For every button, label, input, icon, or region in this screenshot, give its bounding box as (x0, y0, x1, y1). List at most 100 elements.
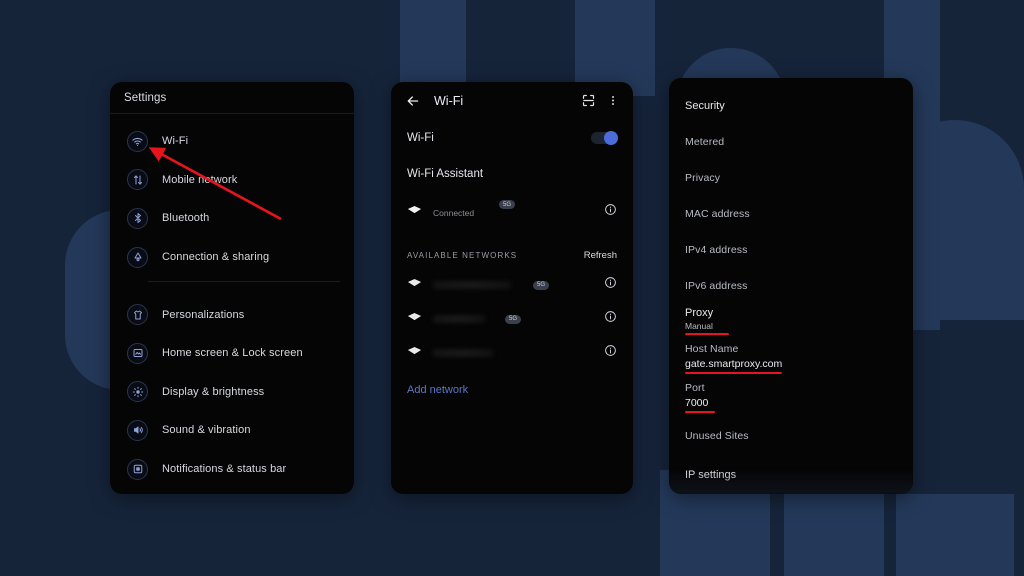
port-label: Port (685, 381, 705, 394)
network-band-badge: 5G (499, 200, 516, 209)
sound-vibration-icon (127, 419, 148, 441)
wifi-signal-icon (407, 344, 422, 362)
detail-row-ip-settings[interactable]: IP settings (669, 456, 913, 494)
wifi-toggle-label: Wi-Fi (407, 132, 434, 144)
proxy-value: Manual (685, 321, 713, 331)
sidebar-item-mobile-network[interactable]: Mobile network (110, 161, 354, 200)
sidebar-item-bluetooth[interactable]: Bluetooth (110, 199, 354, 238)
detail-row-host-name[interactable]: Host Name gate.smartproxy.com (669, 338, 913, 378)
settings-divider (148, 281, 340, 283)
home-lock-screen-icon (127, 342, 148, 364)
list-item[interactable] (391, 336, 633, 370)
sidebar-item-display-brightness[interactable]: Display & brightness (110, 373, 354, 412)
wifi-toggle[interactable] (591, 131, 618, 145)
connected-network-info: Connected 5G (433, 200, 604, 221)
more-vertical-icon[interactable] (607, 93, 619, 109)
available-networks-label: AVAILABLE NETWORKS (407, 250, 518, 260)
toggle-knob (604, 131, 618, 145)
settings-group-connectivity: Wi-Fi Mobile network Bluetooth Connectio… (110, 114, 354, 276)
detail-key: Privacy (685, 172, 721, 184)
wifi-toggle-row[interactable]: Wi-Fi (391, 120, 633, 156)
network-band-badge: 5G (533, 280, 550, 290)
network-detail-list: Security Metered Privacy MAC address IPv… (669, 78, 913, 494)
screenshot-root: Settings Wi-Fi Mobile network Bluetooth … (0, 0, 1024, 576)
network-band-badge: 5G (505, 314, 522, 324)
wifi-signal-icon (407, 203, 422, 221)
settings-header: Settings (110, 82, 354, 114)
info-icon[interactable] (604, 203, 617, 221)
sidebar-item-connection-sharing[interactable]: Connection & sharing (110, 238, 354, 277)
list-item[interactable]: 5G (391, 302, 633, 336)
info-icon[interactable] (604, 310, 617, 328)
page-title: Settings (124, 91, 167, 104)
detail-row-ipv6-address[interactable]: IPv6 address (669, 268, 913, 304)
add-network-button[interactable]: Add network (391, 370, 484, 396)
add-network-wrapper: Add network (391, 370, 633, 398)
detail-key: Security (685, 100, 725, 112)
detail-row-port[interactable]: Port 7000 (669, 378, 913, 416)
display-brightness-icon (127, 381, 148, 403)
host-name-value: gate.smartproxy.com (685, 357, 783, 370)
wifi-signal-icon (407, 276, 422, 294)
detail-key: IPv6 address (685, 280, 748, 292)
settings-panel: Settings Wi-Fi Mobile network Bluetooth … (110, 82, 354, 494)
wifi-icon (127, 130, 148, 152)
refresh-button[interactable]: Refresh (584, 250, 617, 261)
connection-sharing-icon (127, 246, 148, 268)
qr-scan-icon[interactable] (581, 93, 597, 109)
network-entry (433, 349, 604, 357)
ssid-redacted (433, 315, 485, 323)
sidebar-item-sound-vibration[interactable]: Sound & vibration (110, 411, 354, 450)
sidebar-item-label: Connection & sharing (162, 251, 270, 264)
detail-key: Metered (685, 136, 725, 148)
detail-row-mac-address[interactable]: MAC address (669, 196, 913, 232)
info-icon[interactable] (604, 276, 617, 294)
detail-row-metered[interactable]: Metered (669, 124, 913, 160)
detail-key: IP settings (685, 469, 737, 481)
sidebar-item-label: Personalizations (162, 308, 245, 321)
detail-row-proxy[interactable]: Proxy Manual (669, 304, 913, 338)
detail-key: MAC address (685, 208, 750, 220)
bg-band-bottom-b (784, 494, 884, 576)
sidebar-item-home-lock-screen[interactable]: Home screen & Lock screen (110, 334, 354, 373)
bg-band-bottom-c (896, 494, 1014, 576)
wifi-assistant-label: Wi-Fi Assistant (407, 168, 484, 180)
detail-row-security[interactable]: Security (669, 88, 913, 124)
sidebar-item-label: Bluetooth (162, 212, 210, 225)
detail-row-unused-sites[interactable]: Unused Sites (669, 416, 913, 456)
info-icon[interactable] (604, 344, 617, 362)
network-detail-panel: Security Metered Privacy MAC address IPv… (669, 78, 913, 494)
sidebar-item-label: Notifications & status bar (162, 463, 287, 476)
sidebar-item-notifications-statusbar[interactable]: Notifications & status bar (110, 450, 354, 489)
host-name-label: Host Name (685, 342, 739, 355)
wifi-panel: Wi-Fi Wi-Fi Wi-Fi Assistant Connected 5G… (391, 82, 633, 494)
wifi-signal-icon (407, 310, 422, 328)
sidebar-item-label: Sound & vibration (162, 424, 251, 437)
sidebar-item-personalizations[interactable]: Personalizations (110, 295, 354, 334)
annotation-underline-port (685, 410, 715, 413)
detail-key: IPv4 address (685, 244, 748, 256)
personalization-icon (127, 304, 148, 326)
annotation-underline-host (685, 371, 782, 374)
mobile-network-icon (127, 169, 148, 191)
ssid-redacted (433, 349, 493, 357)
detail-key: Unused Sites (685, 430, 749, 442)
available-networks-header: AVAILABLE NETWORKS Refresh (391, 242, 633, 268)
detail-row-ipv4-address[interactable]: IPv4 address (669, 232, 913, 268)
connected-network-row[interactable]: Connected 5G (391, 192, 633, 232)
network-entry: 5G (433, 314, 604, 324)
ssid-redacted (433, 281, 511, 289)
network-entry: 5G (433, 280, 604, 290)
port-value: 7000 (685, 396, 709, 409)
sidebar-item-label: Home screen & Lock screen (162, 347, 303, 360)
proxy-label: Proxy (685, 307, 714, 319)
sidebar-item-label: Display & brightness (162, 385, 265, 398)
wifi-assistant-row[interactable]: Wi-Fi Assistant (391, 156, 633, 192)
list-item[interactable]: 5G (391, 268, 633, 302)
detail-row-privacy[interactable]: Privacy (669, 160, 913, 196)
sidebar-item-wifi[interactable]: Wi-Fi (110, 122, 354, 161)
back-arrow-icon[interactable] (405, 93, 421, 109)
sidebar-item-label: Mobile network (162, 173, 238, 186)
annotation-underline-proxy (685, 333, 729, 335)
bluetooth-icon (127, 207, 148, 229)
